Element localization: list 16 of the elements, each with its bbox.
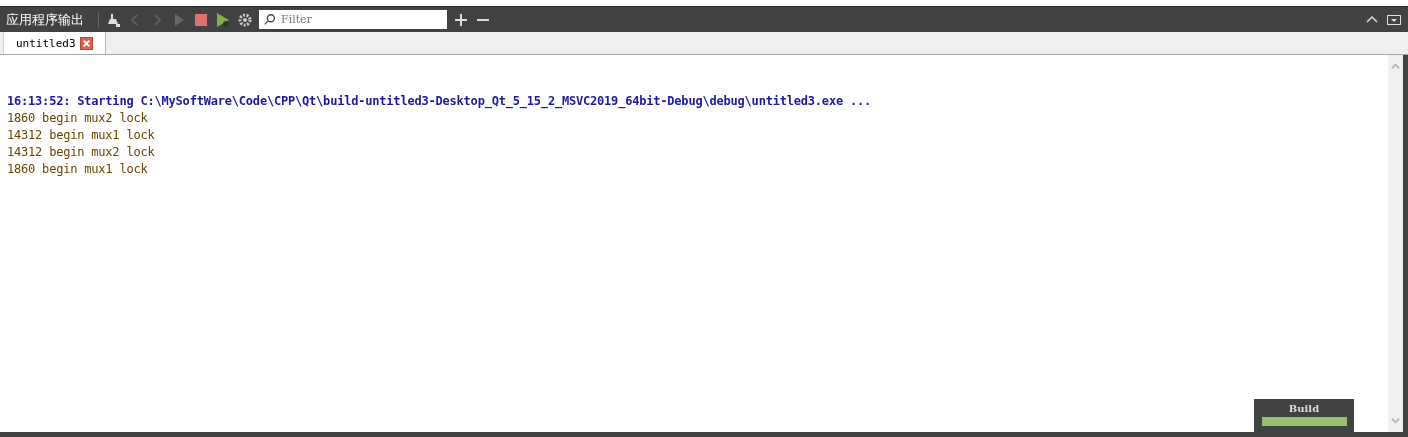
output-line: 14312 begin mux1 lock (7, 127, 156, 144)
search-icon (263, 12, 277, 27)
debug-run-icon[interactable] (215, 11, 231, 28)
pane-title: 应用程序输出 (6, 10, 84, 29)
output-tab[interactable]: untitled3 (3, 32, 106, 54)
settings-icon[interactable] (237, 11, 253, 28)
plus-icon[interactable] (453, 11, 469, 28)
output-line: 16:13:52: Starting C:\MySoftWare\Code\CPP\Qt\build-untitled3-Desktop_Qt_5_15_2_MSVC2019_64bit-Debug\debug\untitled3.exe ... (7, 93, 873, 110)
progress-label: Build (1288, 403, 1320, 414)
stop-icon[interactable] (193, 11, 209, 28)
output-line: 1860 begin mux2 lock (7, 110, 149, 127)
broom-icon[interactable] (105, 11, 121, 28)
filter-box[interactable]: Filter (259, 10, 447, 29)
close-icon[interactable] (79, 36, 93, 50)
output-line: 14312 begin mux2 lock (7, 144, 156, 161)
output-line: 1860 begin mux1 lock (7, 161, 149, 178)
